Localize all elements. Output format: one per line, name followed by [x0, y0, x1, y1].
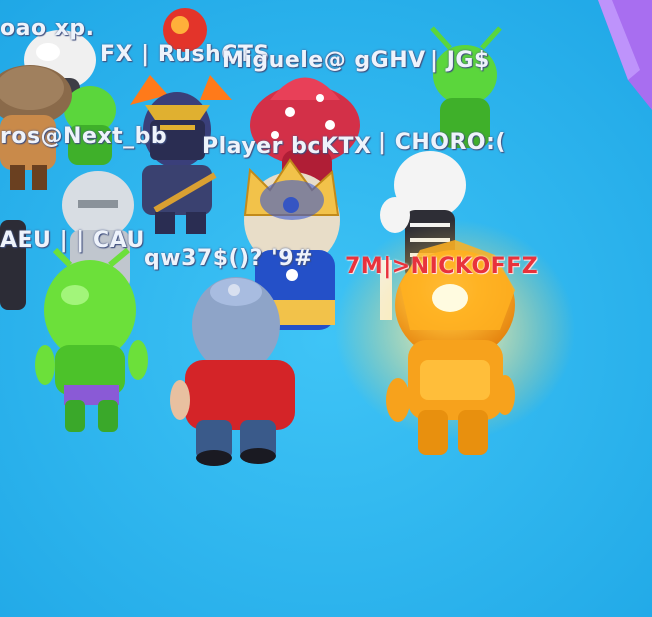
- nametag-player-ktx: Player bcKTX: [202, 134, 372, 159]
- nametag-qw37: qw37$()? '9#: [144, 246, 314, 271]
- game-scene: [0, 0, 652, 617]
- nametag-jg: | JG$: [430, 48, 490, 73]
- nametag-miguele: Miguele@ gGHV: [222, 48, 426, 73]
- nametag-choro: | CHORO:(: [378, 130, 506, 155]
- nametag-nickoffz: 7M|>NICKOFFZ: [345, 254, 539, 279]
- nametag-oao: oao xp.: [0, 16, 95, 41]
- nametag-aeu-cau: AEU | | CAU: [0, 228, 145, 253]
- nametag-next-bb: ros@Next_bb: [0, 124, 168, 149]
